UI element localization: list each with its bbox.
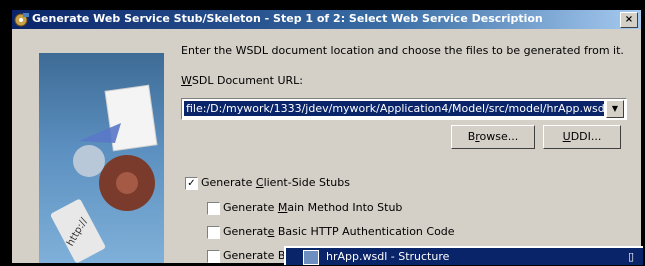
fourth-option-checkbox[interactable] [207,250,220,263]
main-method-checkbox[interactable] [207,202,220,215]
wsdl-url-label: WSDL Document URL: [181,74,303,87]
wizard-icon [14,13,29,27]
browse-button[interactable]: Browse... [451,125,535,149]
client-stubs-option-label[interactable]: Generate Client-Side Stubs [201,176,350,189]
http-auth-option-label[interactable]: Generate Basic HTTP Authentication Code [223,225,455,238]
wsdl-url-input[interactable]: file:/D:/mywork/1333/jdev/mywork/Applica… [184,101,604,116]
wizard-dialog: Generate Web Service Stub/Skeleton - Ste… [12,10,641,263]
main-method-option-label[interactable]: Generate Main Method Into Stub [223,201,402,214]
close-icon: × [624,14,634,25]
title-bar: Generate Web Service Stub/Skeleton - Ste… [12,10,641,29]
structure-window[interactable]: hrApp.wsdl - Structure ▯ [284,246,643,265]
instructions-text: Enter the WSDL document location and cho… [181,44,624,57]
fourth-option-label[interactable]: Generate Ba [223,249,292,262]
close-button[interactable]: × [620,12,638,28]
dropdown-arrow-icon[interactable]: ▼ [606,100,624,118]
uddi-button[interactable]: UDDI... [543,125,621,149]
http-auth-checkbox[interactable] [207,226,220,239]
wsdl-url-combobox[interactable]: file:/D:/mywork/1333/jdev/mywork/Applica… [181,98,627,120]
checkbox-icon[interactable]: ✓ [185,177,198,190]
wizard-side-image: http:// [39,53,164,263]
structure-window-title: hrApp.wsdl - Structure [326,250,450,263]
dialog-title: Generate Web Service Stub/Skeleton - Ste… [32,12,543,25]
web-service-illustration-icon: http:// [50,84,158,263]
window-control-icon[interactable]: ▯ [628,250,634,263]
